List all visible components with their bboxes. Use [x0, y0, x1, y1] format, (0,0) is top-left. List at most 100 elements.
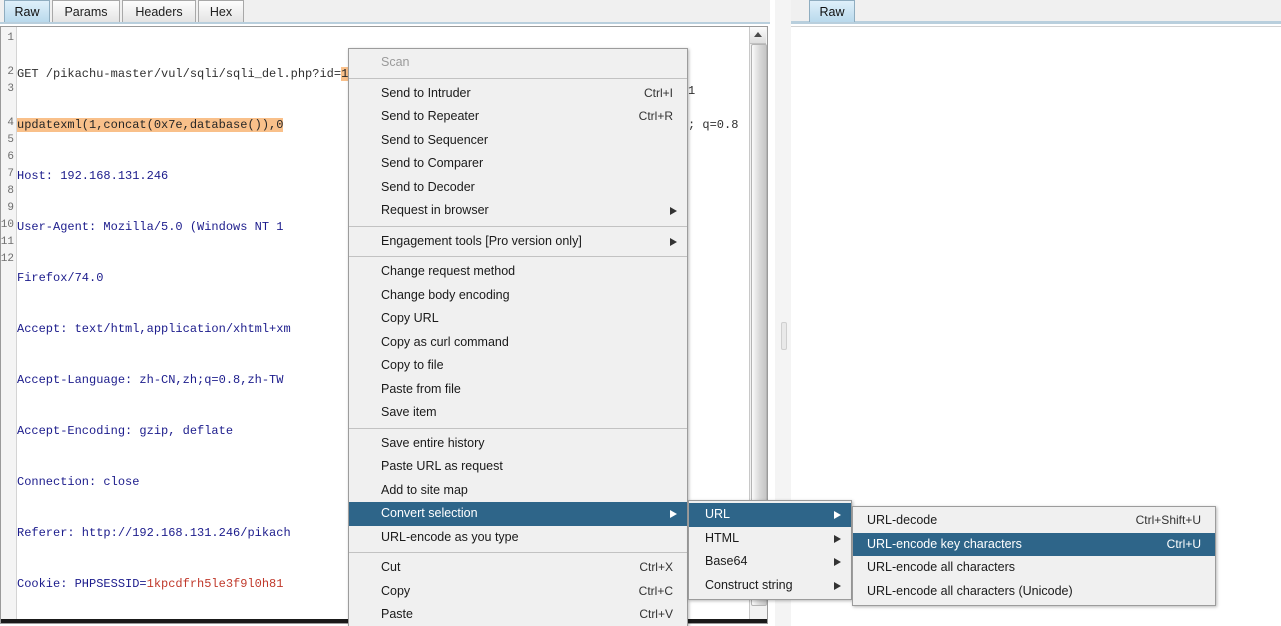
menu-item-shortcut: Ctrl+X: [639, 560, 673, 574]
menu-separator: [349, 256, 687, 257]
menu-item-paste-from-file[interactable]: Paste from file: [349, 378, 687, 402]
menu-item-request-in-browser[interactable]: Request in browser: [349, 199, 687, 223]
convert-item-html[interactable]: HTML: [689, 527, 851, 551]
request-fragment-accept: ; q=0.8: [688, 118, 739, 132]
menu-item-shortcut: Ctrl+V: [639, 607, 673, 621]
menu-item-copy[interactable]: Copy Ctrl+C: [349, 580, 687, 604]
menu-item-label: Scan: [381, 55, 410, 69]
menu-separator: [349, 225, 687, 227]
menu-item-shortcut: Ctrl+R: [638, 109, 673, 123]
line-number: 5: [7, 134, 14, 146]
menu-item-label: Copy: [381, 583, 411, 598]
menu-item-engagement-tools-pro-version-only[interactable]: Engagement tools [Pro version only]: [349, 230, 687, 254]
menu-item-cut[interactable]: Cut Ctrl+X: [349, 556, 687, 580]
menu-item-label: Send to Sequencer: [381, 132, 489, 147]
menu-item-shortcut: Ctrl+I: [643, 85, 673, 100]
menu-item-label: HTML: [705, 530, 740, 545]
menu-item-label: Paste: [381, 607, 413, 621]
line-number: 4: [7, 117, 14, 129]
line-number: 7: [7, 168, 14, 180]
url-encode-submenu[interactable]: URL-decode Ctrl+Shift+U URL-encode key cha…: [852, 506, 1216, 606]
menu-item-label: Construct string: [705, 577, 793, 592]
scroll-up-arrow-icon[interactable]: [750, 27, 766, 44]
convert-selection-submenu[interactable]: URL HTML Base64 Construct string: [688, 500, 852, 600]
tab-headers[interactable]: Headers: [122, 0, 196, 22]
request-tab-strip: Raw Params Headers Hex: [0, 0, 770, 24]
menu-item-copy-to-file[interactable]: Copy to file: [349, 354, 687, 378]
menu-item-label: Send to Decoder: [381, 179, 475, 194]
menu-item-shortcut: Ctrl+Shift+U: [1135, 513, 1201, 527]
line-number-gutter: 1 2 3 4 5 6 7 8 9 10 11 12: [1, 27, 17, 623]
url-item-url-encode-all-characters[interactable]: URL-encode all characters: [853, 556, 1215, 580]
menu-item-send-to-comparer[interactable]: Send to Comparer: [349, 152, 687, 176]
convert-item-construct-string[interactable]: Construct string: [689, 574, 851, 598]
menu-item-label: Copy URL: [381, 311, 439, 325]
submenu-arrow-icon: [834, 511, 841, 519]
cookie-name: Cookie: PHPSESSID=: [17, 577, 147, 591]
menu-item-label: Copy as curl command: [381, 334, 509, 349]
menu-item-add-to-site-map[interactable]: Add to site map: [349, 479, 687, 503]
menu-item-label: URL-encode all characters: [867, 560, 1015, 574]
menu-item-label: Paste URL as request: [381, 459, 503, 473]
submenu-arrow-icon: [834, 558, 841, 566]
submenu-arrow-icon: [670, 237, 677, 246]
menu-item-label: Paste from file: [381, 381, 461, 396]
menu-item-paste-url-as-request[interactable]: Paste URL as request: [349, 455, 687, 479]
menu-item-scan: Scan: [349, 51, 687, 75]
menu-item-label: URL-encode all characters (Unicode): [867, 583, 1073, 598]
menu-item-label: Save entire history: [381, 435, 485, 450]
line-number: 12: [0, 253, 14, 265]
submenu-arrow-icon: [834, 581, 841, 590]
submenu-arrow-icon: [834, 534, 841, 543]
menu-item-label: URL-decode: [867, 513, 938, 527]
request-fragment-user-agent: 1: [688, 84, 696, 98]
tab-underline: [791, 21, 1281, 24]
menu-item-label: Change request method: [381, 264, 516, 278]
tab-params[interactable]: Params: [52, 0, 120, 22]
menu-separator: [349, 77, 687, 79]
submenu-arrow-icon: [670, 510, 677, 518]
menu-item-save-item[interactable]: Save item: [349, 401, 687, 425]
menu-item-copy-url[interactable]: Copy URL: [349, 307, 687, 331]
menu-item-send-to-decoder[interactable]: Send to Decoder: [349, 176, 687, 200]
tab-raw[interactable]: Raw: [4, 0, 50, 22]
menu-item-label: Base64: [705, 554, 748, 568]
tab-raw-response[interactable]: Raw: [809, 0, 855, 22]
convert-item-url[interactable]: URL: [689, 503, 851, 527]
menu-item-label: URL-encode as you type: [381, 529, 519, 544]
line-number: 10: [0, 219, 14, 231]
tab-hex[interactable]: Hex: [198, 0, 244, 22]
menu-item-label: Engagement tools [Pro version only]: [381, 233, 582, 248]
menu-item-shortcut: Ctrl+C: [638, 583, 673, 598]
selected-text-part2: updatexml(1,concat(0x7e,database()),0: [17, 118, 284, 132]
line-number: 3: [7, 83, 14, 95]
menu-separator: [349, 427, 687, 429]
menu-item-url-encode-as-you-type[interactable]: URL-encode as you type: [349, 526, 687, 550]
menu-item-paste[interactable]: Paste Ctrl+V: [349, 603, 687, 626]
convert-item-base64[interactable]: Base64: [689, 550, 851, 574]
line-number: 1: [7, 32, 14, 44]
menu-item-label: Save item: [381, 405, 437, 419]
menu-item-change-request-method[interactable]: Change request method: [349, 260, 687, 284]
url-item-url-encode-all-characters-unicode[interactable]: URL-encode all characters (Unicode): [853, 580, 1215, 604]
menu-item-send-to-intruder[interactable]: Send to Intruder Ctrl+I: [349, 82, 687, 106]
menu-item-send-to-repeater[interactable]: Send to Repeater Ctrl+R: [349, 105, 687, 129]
menu-item-label: Cut: [381, 560, 401, 574]
context-menu[interactable]: Scan Send to Intruder Ctrl+I Send to Repeat…: [348, 48, 688, 626]
menu-item-save-entire-history[interactable]: Save entire history: [349, 432, 687, 456]
line-number: 2: [7, 66, 14, 78]
menu-item-convert-selection[interactable]: Convert selection: [349, 502, 687, 526]
menu-item-change-body-encoding[interactable]: Change body encoding: [349, 284, 687, 308]
menu-item-label: Convert selection: [381, 506, 478, 520]
response-tab-strip: Raw: [791, 0, 1281, 24]
menu-item-copy-as-curl-command[interactable]: Copy as curl command: [349, 331, 687, 355]
request-line-1-text: GET /pikachu-master/vul/sqli/sqli_del.ph…: [17, 67, 342, 81]
menu-item-shortcut: Ctrl+U: [1166, 536, 1201, 551]
line-number: 6: [7, 151, 14, 163]
url-item-url-decode[interactable]: URL-decode Ctrl+Shift+U: [853, 509, 1215, 533]
menu-item-send-to-sequencer[interactable]: Send to Sequencer: [349, 129, 687, 153]
splitter-grip[interactable]: [781, 322, 787, 350]
menu-item-label: Change body encoding: [381, 287, 510, 302]
submenu-arrow-icon: [670, 207, 677, 215]
url-item-url-encode-key-characters[interactable]: URL-encode key characters Ctrl+U: [853, 532, 1215, 556]
